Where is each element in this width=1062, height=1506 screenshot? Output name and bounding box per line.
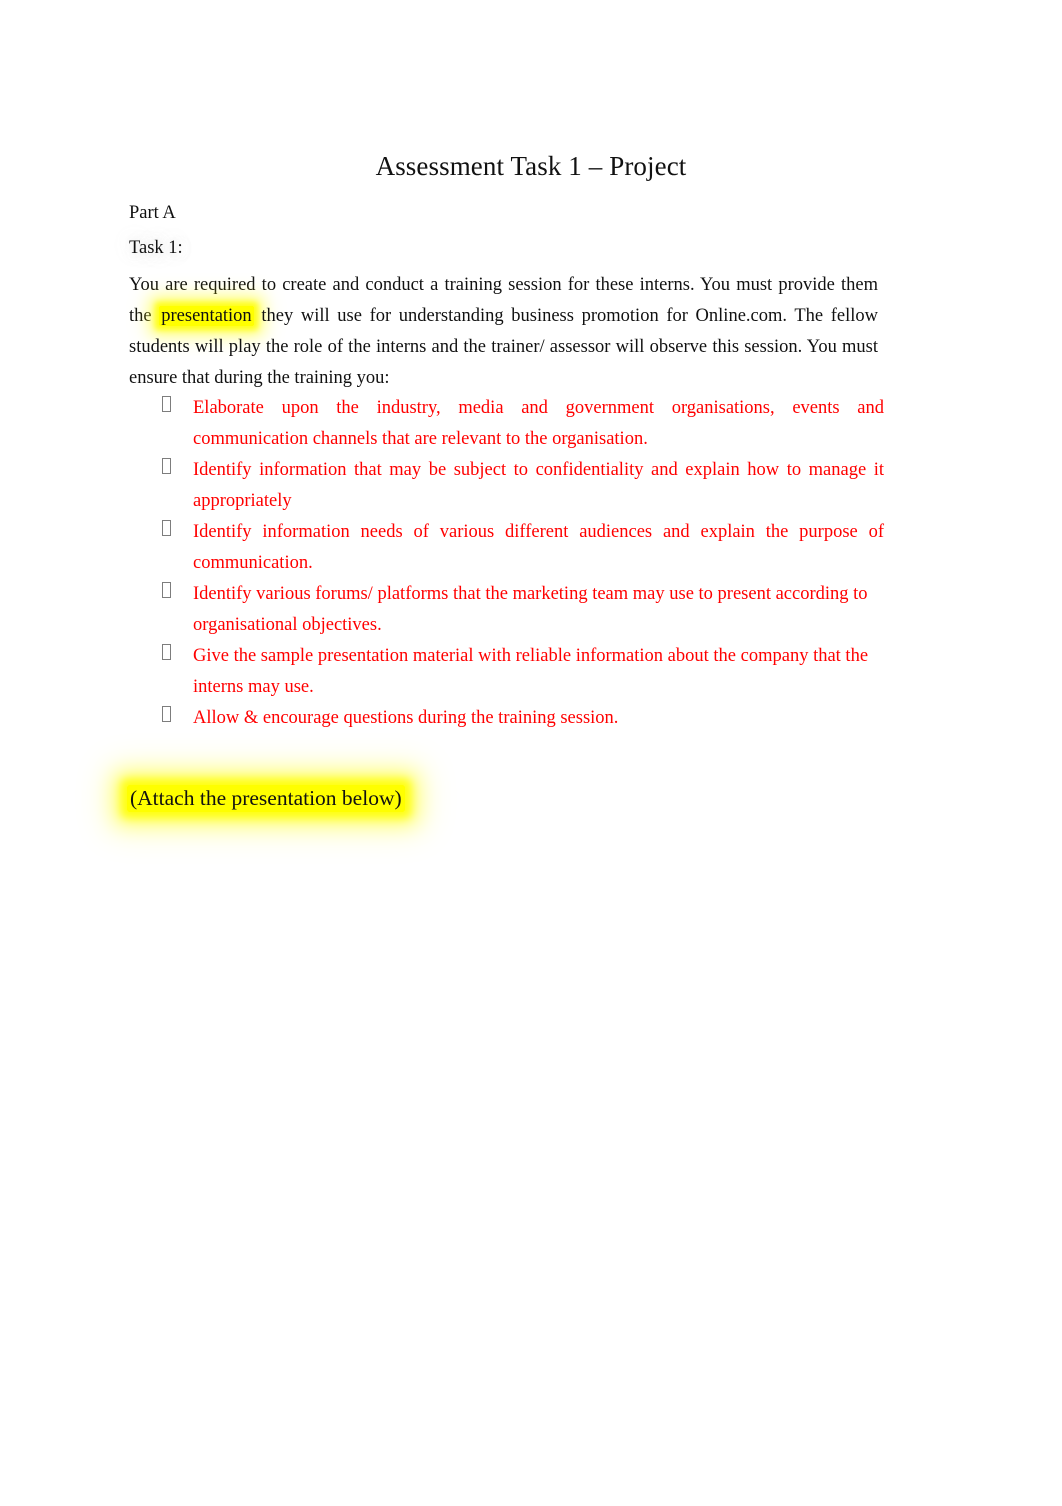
requirements-list: Elaborate upon the industry, media and g… <box>129 393 884 734</box>
task-label: Task 1: <box>129 238 183 258</box>
list-item-label: Elaborate upon the industry, media and g… <box>193 398 884 449</box>
list-item: Give the sample presentation material wi… <box>129 641 884 703</box>
missing-glyph-bullet-icon <box>162 706 171 722</box>
attach-note-highlighted-text: (Attach the presentation below) <box>127 785 405 812</box>
part-label: Part A <box>129 203 176 223</box>
missing-glyph-bullet-icon <box>162 458 171 474</box>
page-title: Assessment Task 1 – Project <box>375 151 687 182</box>
missing-glyph-bullet-icon <box>162 644 171 660</box>
missing-glyph-bullet-icon <box>162 520 171 536</box>
list-item-label: Allow & encourage questions during the t… <box>193 708 619 728</box>
list-item: Identify information that may be subject… <box>129 455 884 517</box>
missing-glyph-bullet-icon <box>162 582 171 598</box>
list-item-label: Identify information needs of various di… <box>193 522 884 573</box>
list-item-label: Identify information that may be subject… <box>193 460 884 511</box>
document-page: Assessment Task 1 – Project Part A Task … <box>0 0 1062 1506</box>
list-item-label: Give the sample presentation material wi… <box>193 646 869 697</box>
list-item: Identify information needs of various di… <box>129 517 884 579</box>
highlighted-word-presentation: presentation <box>159 306 254 326</box>
list-item: Elaborate upon the industry, media and g… <box>129 393 884 455</box>
list-item-label: Identify various forums/ platforms that … <box>193 584 868 635</box>
intro-section: Part A Task 1: You are required to creat… <box>129 196 878 413</box>
missing-glyph-bullet-icon <box>162 396 171 412</box>
list-item: Allow & encourage questions during the t… <box>129 703 884 734</box>
attach-note: (Attach the presentation below) <box>127 783 405 813</box>
list-item: Identify various forums/ platforms that … <box>129 579 884 641</box>
intro-paragraph: You are required to create and conduct a… <box>129 270 878 394</box>
